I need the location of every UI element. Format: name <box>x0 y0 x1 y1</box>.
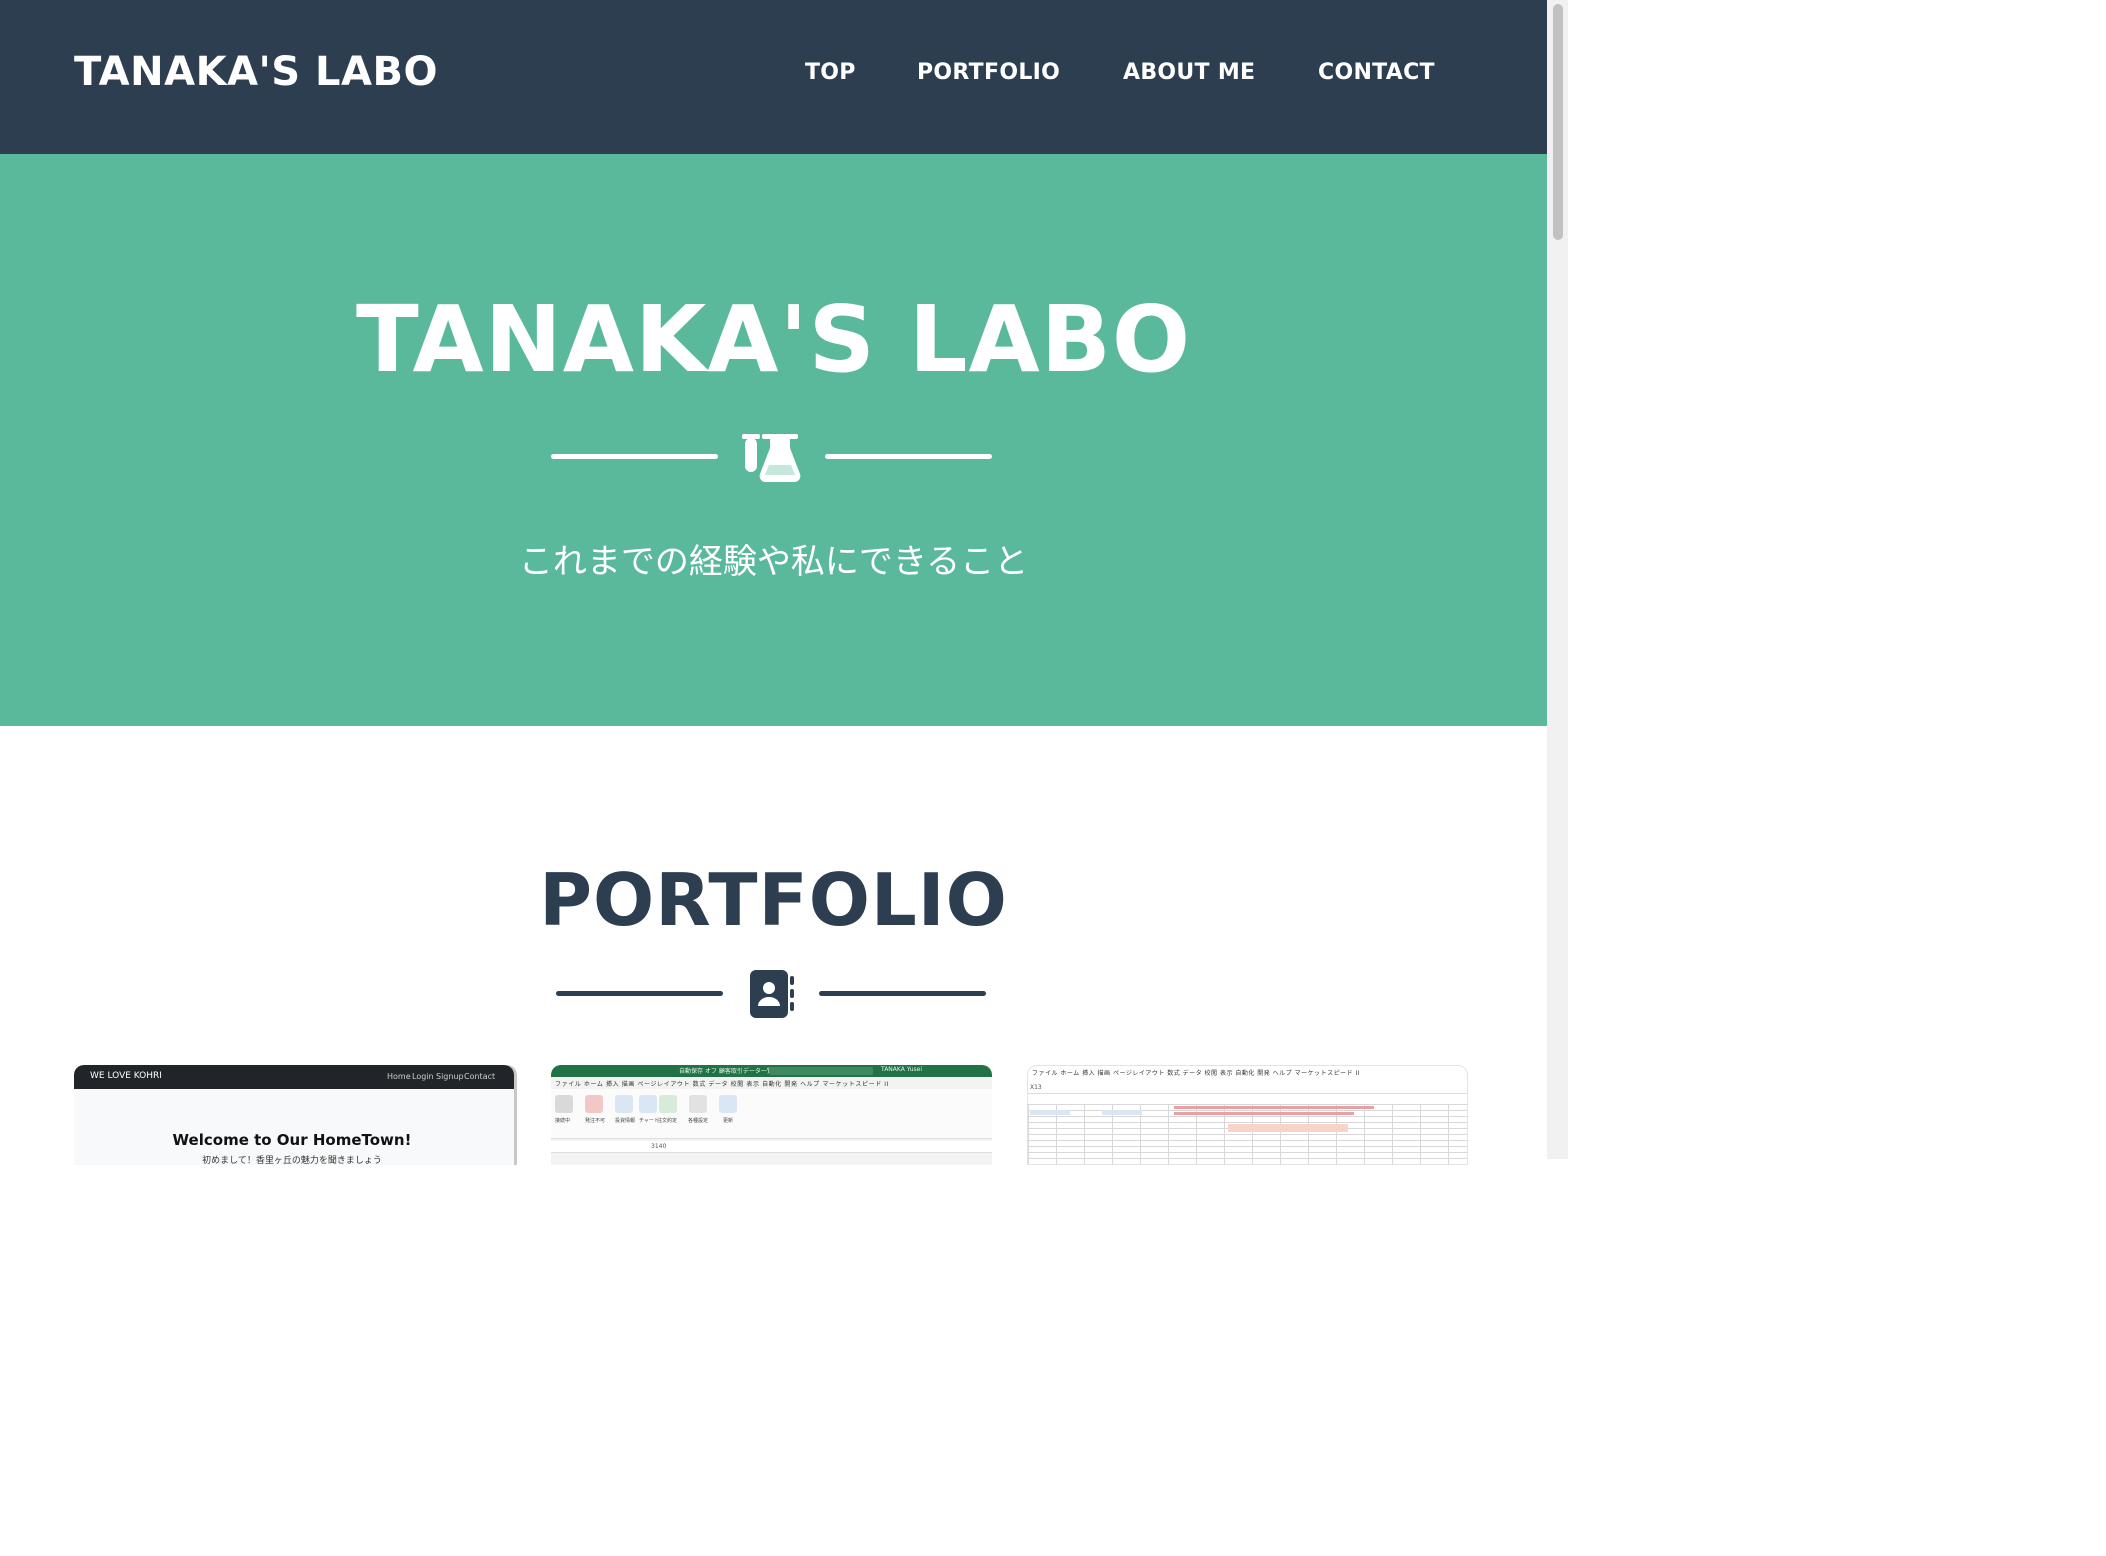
ribbon-label-info: 投資情報 <box>615 1118 636 1124</box>
sheet-formula-bar: X13 <box>1028 1082 1467 1094</box>
navbar: TANAKA'S LABO TOP PORTFOLIO ABOUT ME CON… <box>0 0 1547 154</box>
formula-value: 3140 <box>651 1143 667 1150</box>
sheet-highlight-cell <box>1030 1110 1070 1115</box>
excel-tab-labels: ファイル ホーム 挿入 描画 ページレイアウト 数式 データ 校閲 表示 自動化… <box>555 1081 890 1088</box>
ribbon-label-connect: 接続中 <box>555 1118 571 1124</box>
portfolio-card-spreadsheet[interactable]: ファイル ホーム 挿入 描画 ページレイアウト 数式 データ 校閲 表示 自動化… <box>1027 1065 1468 1165</box>
hero-divider-left <box>551 454 718 459</box>
hero-subtitle: これまでの経験や私にできること <box>518 542 1029 582</box>
scrollbar-thumb[interactable] <box>1553 4 1563 240</box>
sheet-note-text <box>1174 1112 1354 1115</box>
block-order-icon <box>585 1095 603 1113</box>
portfolio-heading: PORTFOLIO <box>539 858 1008 942</box>
settings-icon <box>689 1095 707 1113</box>
ribbon-label-settings: 各種設定 <box>688 1118 709 1124</box>
excel-user: TANAKA Yusei <box>881 1066 923 1073</box>
card-menu-login: Login <box>412 1072 434 1081</box>
order-icon <box>659 1095 677 1113</box>
excel-search-box <box>769 1067 873 1075</box>
nav-link-top[interactable]: TOP <box>805 60 856 85</box>
nav-link-contact[interactable]: CONTACT <box>1318 60 1435 85</box>
excel-ribbon: 接続中 発注不可 投資情報 チャート 注文約定 各種設定 更新 <box>551 1089 992 1139</box>
excel-formula-bar: 3140 <box>551 1141 992 1153</box>
nav-link-about-me[interactable]: ABOUT ME <box>1123 60 1255 85</box>
ribbon-label-refresh: 更新 <box>723 1118 734 1124</box>
sheet-menu: ファイル ホーム 挿入 描画 ページレイアウト 数式 データ 校閲 表示 自動化… <box>1032 1070 1361 1077</box>
flask-icon <box>742 434 801 482</box>
chart-icon <box>639 1095 657 1113</box>
card-subheading: 初めまして！香里ヶ丘の魅力を聞きましょう <box>202 1156 382 1165</box>
portfolio-divider-left <box>556 991 723 996</box>
card-menu-contact: Contact <box>464 1072 496 1081</box>
portfolio-card-website[interactable]: WE LOVE KOHRI Home Login Signup Contact … <box>74 1065 514 1165</box>
excel-titlebar: 自動保存 オフ 顧客取引データ一覧 | version TANAKA Yusei <box>551 1065 992 1077</box>
nav-link-portfolio[interactable]: PORTFOLIO <box>917 60 1060 85</box>
portfolio-card-excel-tool[interactable]: 自動保存 オフ 顧客取引データ一覧 | version TANAKA Yusei… <box>551 1065 992 1165</box>
sheet-header-row <box>1228 1124 1348 1132</box>
ribbon-label-order: 注文約定 <box>657 1118 678 1124</box>
address-book-icon <box>750 970 794 1018</box>
hero-title: TANAKA'S LABO <box>355 286 1192 393</box>
card-heading: Welcome to Our HomeTown! <box>172 1131 412 1149</box>
hero-divider-right <box>825 454 992 459</box>
card-menu-home: Home <box>387 1072 411 1081</box>
card-brand: WE LOVE KOHRI <box>90 1071 162 1081</box>
hero-section: TANAKA'S LABO これまでの経験や私にできること <box>0 154 1547 726</box>
nav-links: TOP PORTFOLIO ABOUT ME CONTACT <box>0 60 1547 92</box>
ribbon-label-block: 発注不可 <box>585 1118 606 1124</box>
sheet-highlight-cell <box>1102 1110 1142 1115</box>
excel-ribbon-tabs: ファイル ホーム 挿入 描画 ページレイアウト 数式 データ 校閲 表示 自動化… <box>551 1077 992 1089</box>
ribbon-label-chart: チャート <box>639 1118 659 1124</box>
sheet-cell-ref: X13 <box>1030 1084 1042 1091</box>
investment-info-icon <box>615 1095 633 1113</box>
card-menu-signup: Signup <box>436 1072 464 1081</box>
connect-icon <box>555 1095 573 1113</box>
card-navbar: WE LOVE KOHRI Home Login Signup Contact <box>74 1065 514 1089</box>
sheet-note-text <box>1174 1106 1374 1109</box>
portfolio-divider-right <box>819 991 986 996</box>
refresh-icon <box>719 1095 737 1113</box>
